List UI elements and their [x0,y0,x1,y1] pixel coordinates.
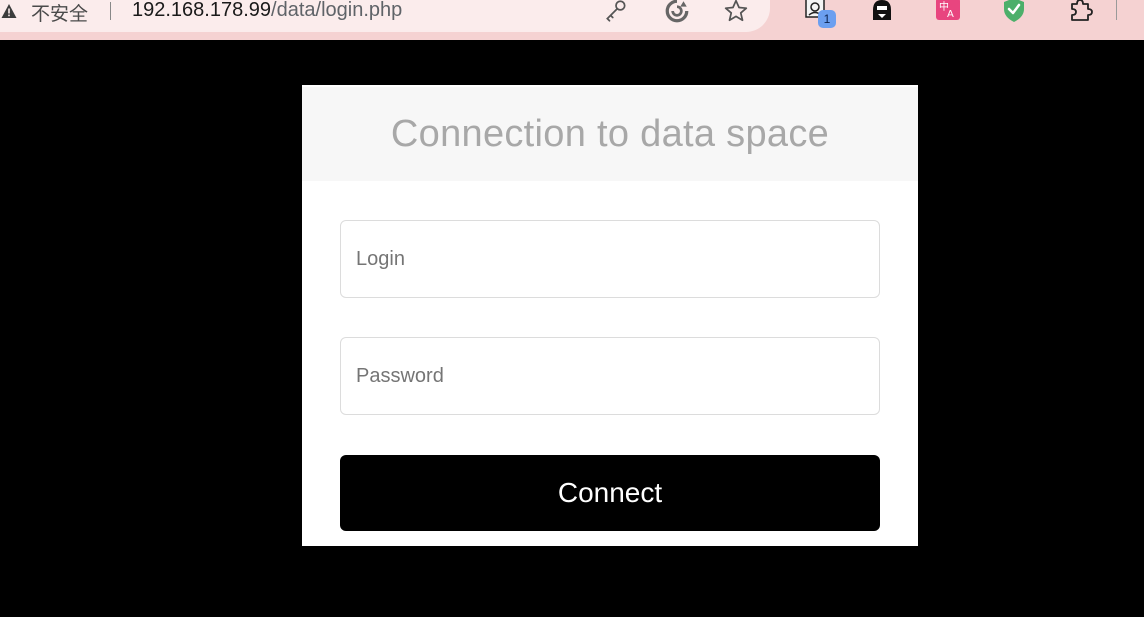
star-icon[interactable] [723,0,749,24]
login-card-header: Connection to data space [302,87,918,181]
url-path: /data/login.php [271,0,403,21]
connect-button[interactable]: Connect [340,455,880,531]
extension-translate-icon[interactable]: 中 A [934,0,962,24]
edge-refresh-icon[interactable] [664,0,690,24]
login-card: Connection to data space Connect [302,85,918,546]
extensions-puzzle-icon[interactable] [1066,0,1094,24]
toolbar-divider [1116,0,1117,20]
url-host: 192.168.178.99 [132,0,272,21]
url-divider [110,2,111,20]
key-icon[interactable] [603,0,629,24]
svg-text:A: A [947,9,954,20]
url-text[interactable]: 192.168.178.99/data/login.php [132,0,402,22]
extension-badge: 1 [818,10,836,28]
warning-icon[interactable] [1,3,17,19]
security-status-label[interactable]: 不安全 [31,0,88,26]
extension-person-icon[interactable] [868,0,896,24]
password-input[interactable] [340,337,880,415]
extension-shield-icon[interactable] [1000,0,1028,24]
browser-toolbar: 不安全 192.168.178.99/data/login.php 1 中 A [0,0,1144,40]
page-title: Connection to data space [390,113,830,155]
login-input[interactable] [340,220,880,298]
